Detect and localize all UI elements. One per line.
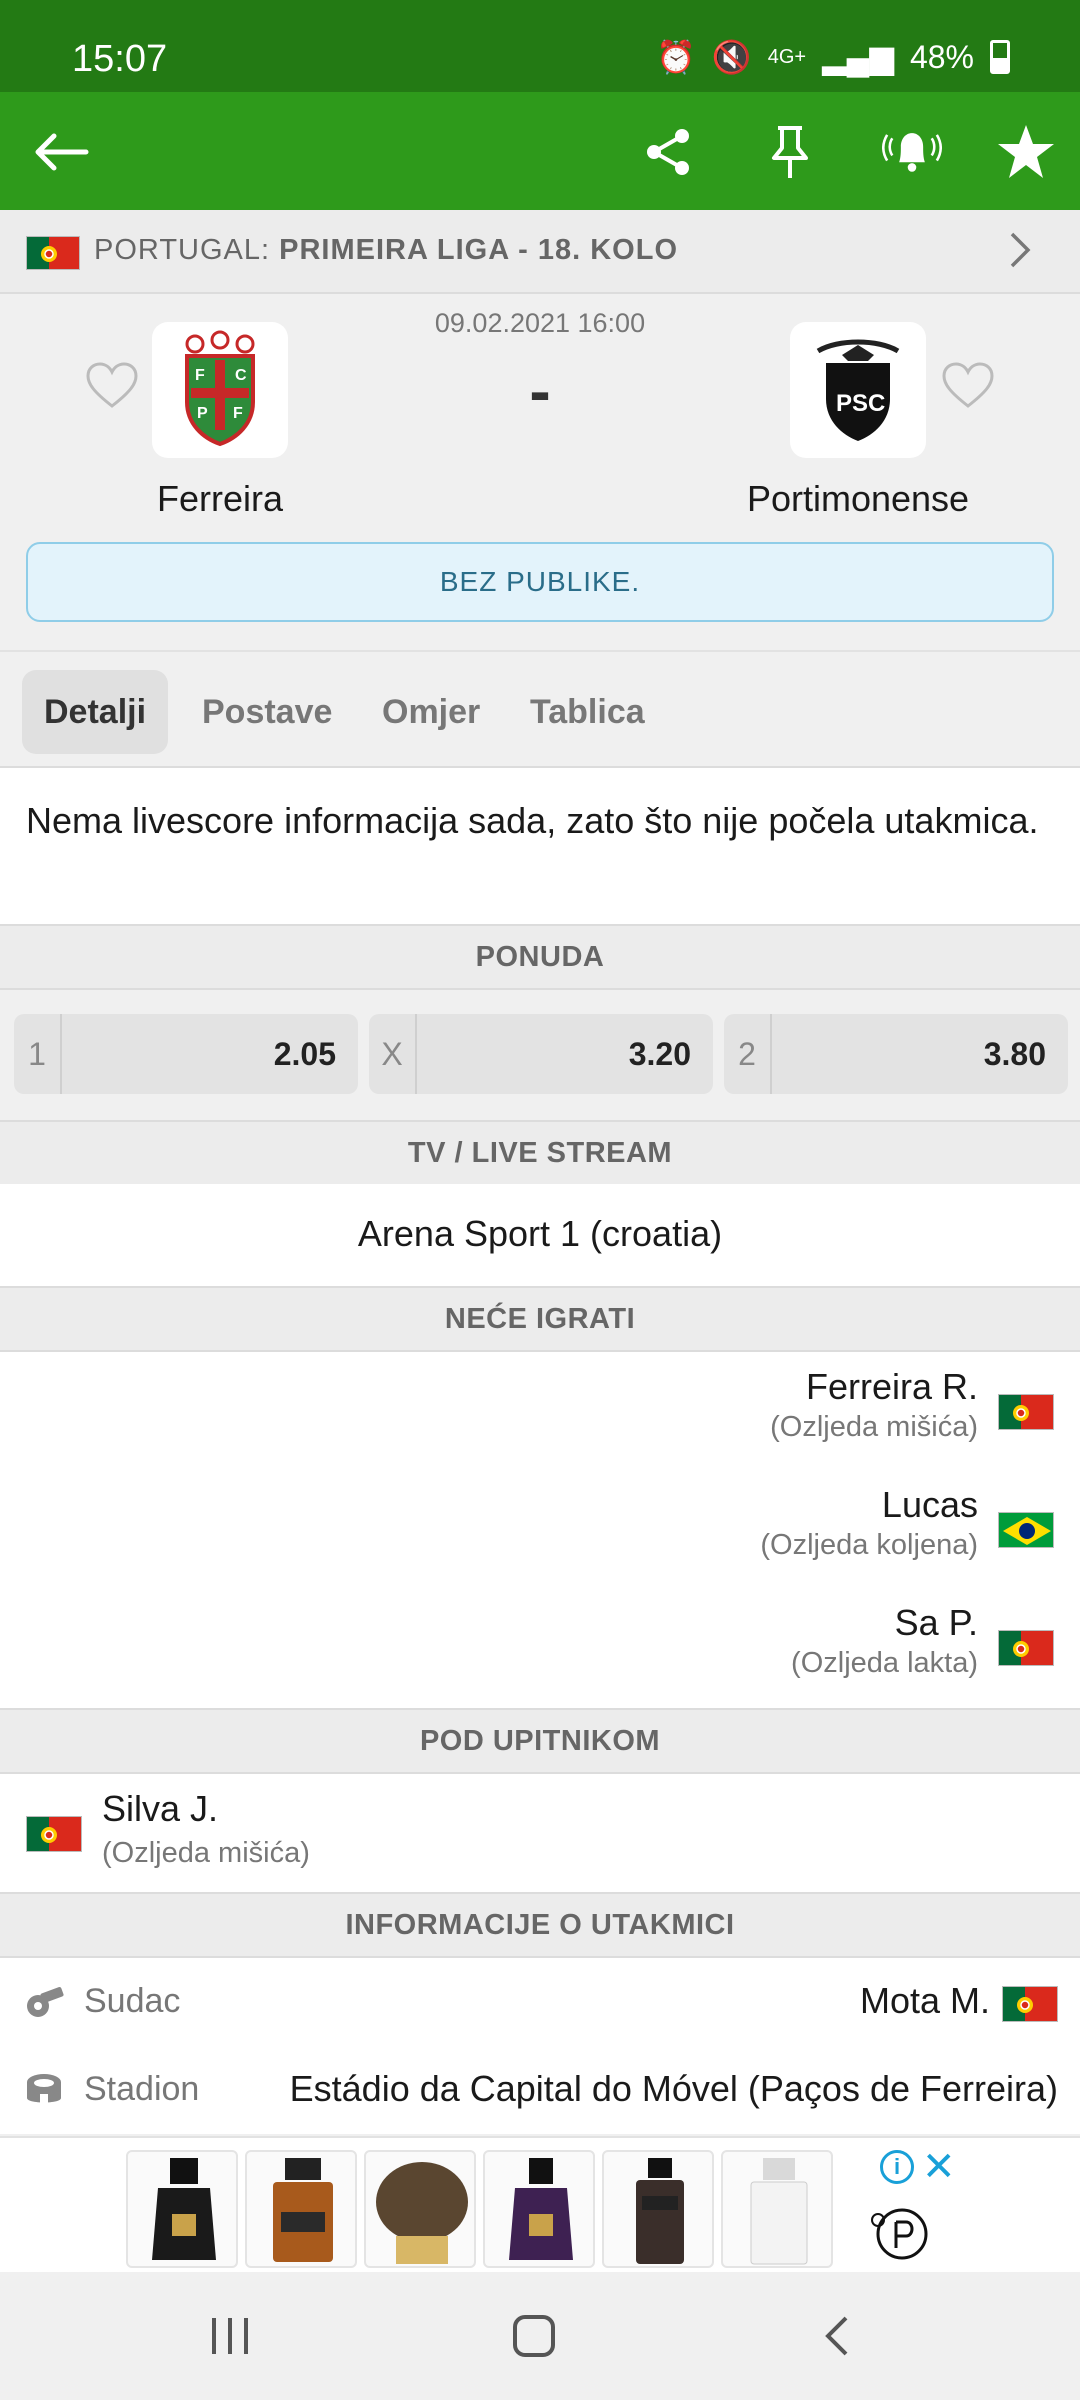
player-reason: (Ozljeda mišića): [770, 1411, 978, 1443]
svg-text:F: F: [195, 367, 205, 384]
player-reason: (Ozljeda koljena): [760, 1529, 978, 1561]
portugal-flag-icon: [26, 236, 80, 270]
tab-lineups[interactable]: Postave: [180, 670, 354, 754]
league-title: PORTUGAL: PRIMEIRA LIGA - 18. KOLO: [94, 234, 678, 267]
odds-home-label: 1: [14, 1014, 62, 1094]
ad-product-image[interactable]: [483, 2150, 595, 2268]
odds-away-label: 2: [724, 1014, 772, 1094]
home-team-name[interactable]: Ferreira: [60, 478, 380, 520]
ad-product-image[interactable]: [126, 2150, 238, 2268]
notification-bell-icon[interactable]: [882, 122, 942, 182]
odds-away-button[interactable]: 2 3.80: [724, 1014, 1068, 1094]
battery-icon: [990, 40, 1010, 74]
odds-away-value: 3.80: [983, 1036, 1046, 1072]
odds-draw-value: 3.20: [628, 1036, 691, 1072]
league-country: PORTUGAL:: [94, 234, 271, 266]
section-match-info-header: INFORMACIJE O UTAKMICI: [0, 1892, 1080, 1958]
recent-apps-icon[interactable]: [208, 2316, 252, 2361]
match-header: 09.02.2021 16:00 - F C P F Ferreira PSC …: [0, 294, 1080, 650]
back-arrow-icon[interactable]: [32, 122, 92, 182]
app-bar: [0, 92, 1080, 210]
missing-player[interactable]: Ferreira R. (Ozljeda mišića): [770, 1366, 978, 1446]
ad-close-icon[interactable]: ✕: [922, 2144, 956, 2190]
favorite-star-icon[interactable]: [996, 122, 1056, 182]
share-icon[interactable]: [638, 122, 698, 182]
tab-standings[interactable]: Tablica: [508, 670, 667, 754]
svg-text:P: P: [197, 405, 208, 422]
tab-details[interactable]: Detalji: [22, 670, 169, 754]
ad-product-image[interactable]: [245, 2150, 357, 2268]
missing-players-list: Ferreira R. (Ozljeda mišića) Lucas (Ozlj…: [0, 1352, 1080, 1708]
advertiser-logo-icon[interactable]: [868, 2200, 930, 2262]
brazil-flag-icon: [998, 1512, 1054, 1548]
odds-draw-button[interactable]: X 3.20: [369, 1014, 713, 1094]
stadium-label: Stadion: [84, 2070, 200, 2108]
player-reason: (Ozljeda mišića): [102, 1837, 310, 1869]
league-name: PRIMEIRA LIGA - 18. KOLO: [279, 234, 679, 266]
mute-icon: 🔇: [711, 39, 752, 75]
no-livescore-message: Nema livescore informacija sada, zato št…: [0, 768, 1080, 924]
player-name: Sa P.: [894, 1602, 978, 1643]
odds-home-button[interactable]: 1 2.05: [14, 1014, 358, 1094]
odds-row: 1 2.05 X 3.20 2 3.80: [0, 990, 1080, 1120]
ad-banner[interactable]: i ✕: [0, 2136, 1080, 2272]
away-heart-icon[interactable]: [940, 358, 996, 414]
missing-player[interactable]: Sa P. (Ozljeda lakta): [791, 1602, 978, 1682]
player-name: Silva J.: [102, 1788, 219, 1829]
section-missing-header: NEĆE IGRATI: [0, 1286, 1080, 1352]
stadium-value: Estádio da Capital do Móvel (Paços de Fe…: [289, 2068, 1058, 2109]
alarm-icon: ⏰: [656, 39, 696, 75]
notice-banner: BEZ PUBLIKE.: [26, 542, 1054, 622]
svg-text:F: F: [233, 405, 243, 422]
section-doubtful-header: POD UPITNIKOM: [0, 1708, 1080, 1774]
doubtful-player[interactable]: Silva J. (Ozljeda mišića): [0, 1774, 1080, 1892]
tv-channel[interactable]: Arena Sport 1 (croatia): [0, 1184, 1080, 1286]
network-label: 4G+: [767, 45, 807, 68]
odds-home-value: 2.05: [273, 1036, 336, 1072]
home-icon[interactable]: [512, 2314, 556, 2363]
whistle-icon: [24, 1982, 64, 2022]
referee-value: Mota M.: [859, 1980, 990, 2021]
portugal-flag-icon: [998, 1630, 1054, 1666]
tab-bar: Detalji Postave Omjer Tablica: [0, 650, 1080, 768]
ad-product-image[interactable]: [364, 2150, 476, 2268]
svg-text:C: C: [235, 367, 247, 384]
player-name: Lucas: [881, 1484, 978, 1525]
home-heart-icon[interactable]: [84, 358, 140, 414]
pin-icon[interactable]: [760, 122, 820, 182]
battery-percent: 48%: [909, 38, 974, 75]
system-nav-bar: [0, 2272, 1080, 2400]
section-tv-header: TV / LIVE STREAM: [0, 1120, 1080, 1186]
section-odds-header: PONUDA: [0, 924, 1080, 990]
league-row[interactable]: PORTUGAL: PRIMEIRA LIGA - 18. KOLO: [0, 210, 1080, 294]
home-team-logo[interactable]: F C P F: [152, 322, 288, 458]
tab-h2h[interactable]: Omjer: [360, 670, 502, 754]
signal-icon: ▂▄▆: [822, 39, 894, 75]
portugal-flag-icon: [1002, 1986, 1058, 2022]
back-icon[interactable]: [822, 2314, 852, 2363]
status-bar: 15:07 ⏰ 🔇 4G+ ▂▄▆ 48%: [0, 0, 1080, 92]
status-icons: ⏰ 🔇 4G+ ▂▄▆ 48%: [656, 38, 1010, 76]
missing-player[interactable]: Lucas (Ozljeda koljena): [760, 1484, 978, 1564]
odds-draw-label: X: [369, 1014, 417, 1094]
ad-info-icon[interactable]: i: [880, 2150, 914, 2184]
stadium-row: Stadion Estádio da Capital do Móvel (Paç…: [0, 2046, 1080, 2134]
portugal-flag-icon: [998, 1394, 1054, 1430]
away-team-name[interactable]: Portimonense: [698, 478, 1018, 520]
stadium-icon: [24, 2070, 64, 2110]
ad-product-image[interactable]: [602, 2150, 714, 2268]
referee-label: Sudac: [84, 1982, 181, 2020]
svg-text:PSC: PSC: [836, 390, 885, 417]
status-time: 15:07: [72, 38, 168, 80]
player-reason: (Ozljeda lakta): [791, 1647, 978, 1679]
ad-product-image[interactable]: [721, 2150, 833, 2268]
chevron-right-icon: [1000, 230, 1040, 270]
away-team-logo[interactable]: PSC: [790, 322, 926, 458]
portugal-flag-icon: [26, 1816, 82, 1852]
referee-row: Sudac Mota M.: [0, 1958, 1080, 2046]
player-name: Ferreira R.: [805, 1366, 978, 1407]
